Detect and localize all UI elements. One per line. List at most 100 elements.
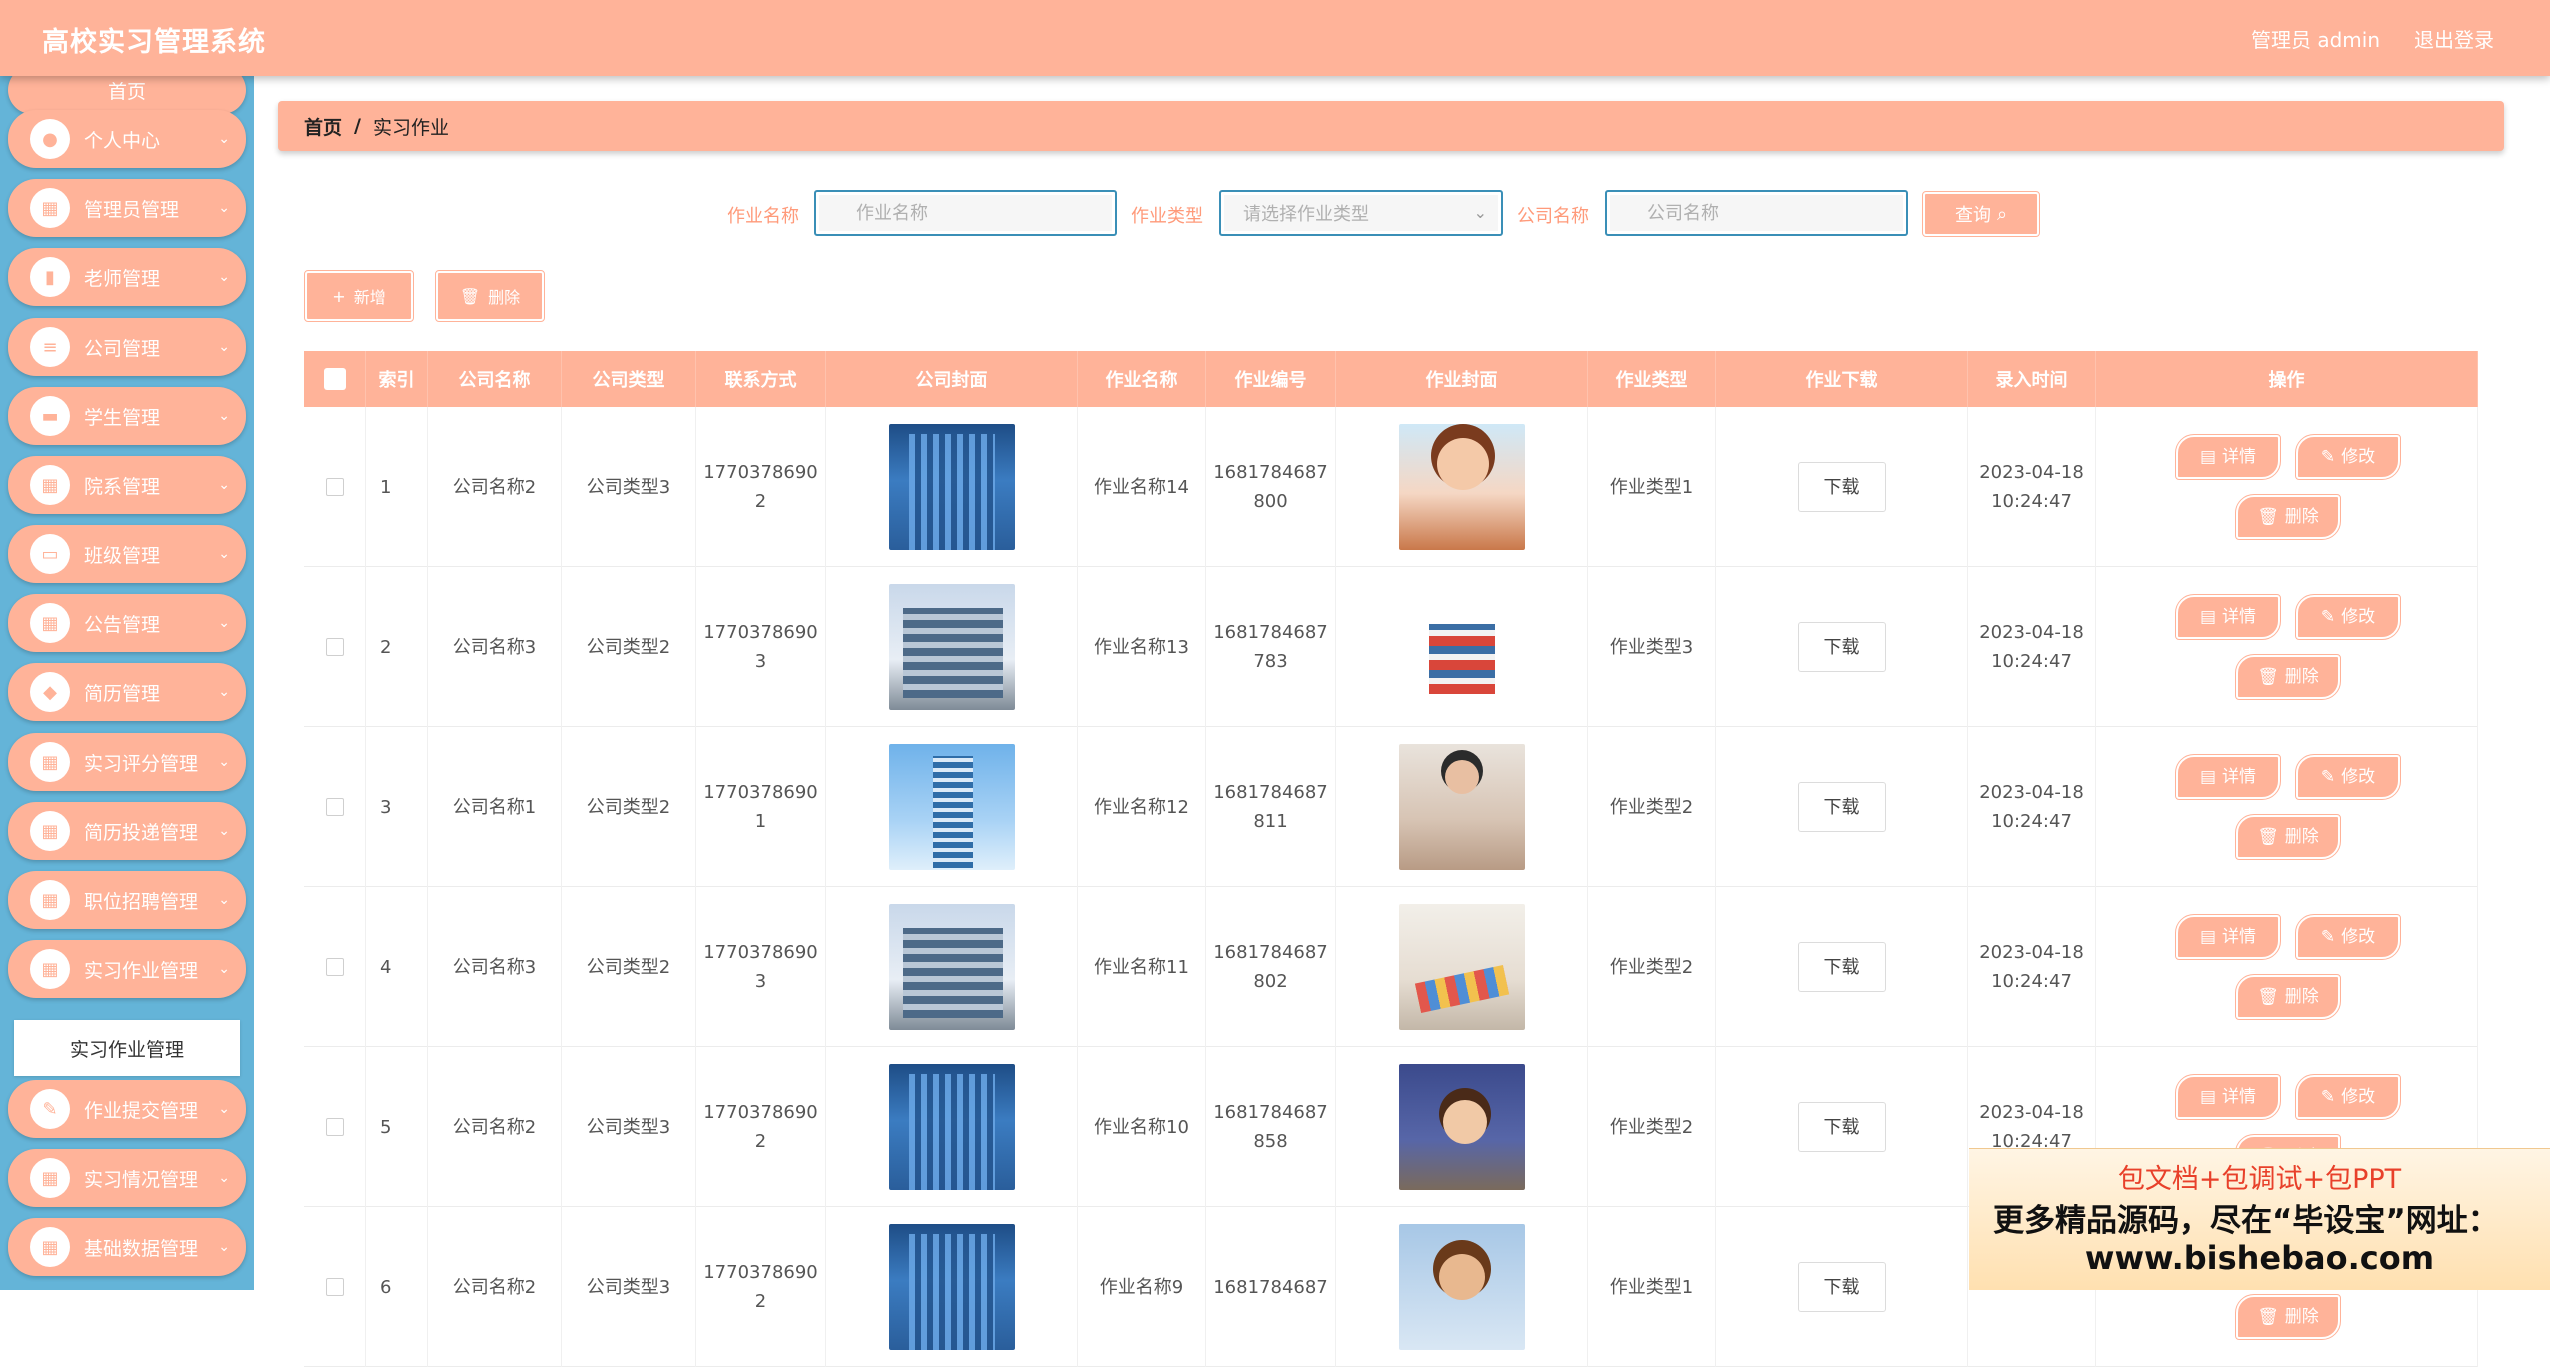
grid-icon: ▦ [30,603,70,643]
chevron-down-icon: ⌄ [218,477,230,493]
homework-cover-image[interactable] [1398,904,1525,1030]
delete-button-label: 删除 [2284,1306,2319,1327]
company-cover-image[interactable] [888,904,1015,1030]
entry-date: 2023-04-18 [1979,462,2084,483]
company-name-input[interactable] [1605,190,1908,236]
homework-cover-image[interactable] [1398,584,1525,710]
homework-type-select[interactable]: 请选择作业类型 ⌄ [1219,190,1503,236]
column-header: 公司名称 [428,351,562,407]
detail-button[interactable]: ▤详情 [2175,434,2281,480]
homework-cover-cell [1336,727,1588,887]
company-cover-image[interactable] [888,744,1015,870]
homework-cover-image[interactable] [1398,744,1525,870]
row-checkbox[interactable] [325,798,344,816]
detail-button[interactable]: ▤详情 [2175,1074,2281,1120]
sidebar-item[interactable]: ▦ 实习评分管理 ⌄ [8,733,246,791]
company-cover-image[interactable] [888,584,1015,710]
delete-button[interactable]: 🗑删除 [2235,654,2341,700]
homework-number: 1681784687 783 [1213,618,1328,676]
delete-button[interactable]: 🗑删除 [2235,814,2341,860]
row-checkbox[interactable] [325,1278,344,1296]
homework-number: 1681784687 800 [1213,458,1328,516]
delete-button-label: 删除 [2284,506,2319,527]
row-checkbox[interactable] [325,478,344,496]
homework-cover-cell [1336,1207,1588,1367]
sidebar-item[interactable]: ✎ 作业提交管理 ⌄ [8,1080,246,1138]
watermark-line1: 包文档+包调试+包PPT [2117,1164,2402,1195]
company-cover-image[interactable] [888,1224,1015,1350]
homework-name-input[interactable] [814,190,1117,236]
company-type: 公司类型3 [586,1276,671,1298]
edit-button[interactable]: ✎修改 [2295,914,2401,960]
phone-cell: 1770378690 2 [696,1207,826,1367]
edit-button[interactable]: ✎修改 [2295,594,2401,640]
row-checkbox[interactable] [325,1118,344,1136]
homework-type: 作业类型2 [1609,1116,1694,1138]
sidebar-item[interactable]: ▦ 实习情况管理 ⌄ [8,1149,246,1207]
logout-link[interactable]: 退出登录 [2414,24,2494,53]
company-cover-image[interactable] [888,424,1015,550]
homework-cover-image[interactable] [1398,1224,1525,1350]
add-button[interactable]: + 新增 [304,270,414,322]
query-button[interactable]: 查询 ⌕ [1922,191,2040,237]
download-button[interactable]: 下载 [1797,1102,1886,1152]
phone-part-2: 3 [754,651,767,672]
homework-number: 1681784687 [1213,1273,1328,1302]
row-checkbox[interactable] [325,958,344,976]
homework-number: 1681784687 811 [1213,778,1328,836]
trash-icon: 🗑 [2257,1306,2279,1327]
edit-button[interactable]: ✎修改 [2295,1074,2401,1120]
sidebar-item[interactable]: ▦ 简历投递管理 ⌄ [8,802,246,860]
row-checkbox[interactable] [325,638,344,656]
sidebar-item[interactable]: ≡ 公司管理 ⌄ [8,318,246,376]
sidebar-item-home[interactable]: 首页 [8,76,246,114]
download-cell: 下载 [1716,1047,1968,1207]
download-button[interactable]: 下载 [1797,782,1886,832]
sidebar-subitem-internship-homework[interactable]: 实习作业管理 [14,1020,240,1076]
homework-number-cell: 1681784687 811 [1206,727,1336,887]
current-user[interactable]: 管理员 admin [2251,24,2380,53]
download-button[interactable]: 下载 [1797,942,1886,992]
homework-number-cell: 1681784687 [1206,1207,1336,1367]
delete-button[interactable]: 🗑删除 [2235,1294,2341,1340]
download-button[interactable]: 下载 [1797,462,1886,512]
sidebar-item[interactable]: ▦ 院系管理 ⌄ [8,456,246,514]
phone-number: 1770378690 3 [703,938,818,996]
sidebar-item[interactable]: ▦ 公告管理 ⌄ [8,594,246,652]
homework-name-cell: 作业名称12 [1078,727,1206,887]
company-type-cell: 公司类型3 [562,407,696,567]
download-button[interactable]: 下载 [1797,1262,1886,1312]
sidebar-item[interactable]: ◆ 简历管理 ⌄ [8,663,246,721]
edit-button[interactable]: ✎修改 [2295,434,2401,480]
company-cover-image[interactable] [888,1064,1015,1190]
entry-time-cell: 2023-04-18 10:24:47 [1968,887,2096,1047]
sidebar-item[interactable]: ▦ 职位招聘管理 ⌄ [8,871,246,929]
phone-number: 1770378690 1 [703,778,818,836]
sidebar-item[interactable]: ▦ 基础数据管理 ⌄ [8,1218,246,1276]
detail-button[interactable]: ▤详情 [2175,754,2281,800]
delete-button[interactable]: 🗑删除 [2235,974,2341,1020]
download-button[interactable]: 下载 [1797,622,1886,672]
detail-button[interactable]: ▤详情 [2175,594,2281,640]
phone-cell: 1770378690 1 [696,727,826,887]
breadcrumb: 首页 / 实习作业 [278,101,2504,151]
chevron-down-icon: ⌄ [218,131,230,147]
sidebar-item[interactable]: ● 个人中心 ⌄ [8,110,246,168]
homework-number-part-2: 783 [1253,651,1288,672]
select-all-checkbox[interactable] [323,368,346,390]
sidebar-item[interactable]: ▭ 班级管理 ⌄ [8,525,246,583]
breadcrumb-home[interactable]: 首页 [304,113,342,140]
column-header: 操作 [2096,351,2478,407]
homework-cover-image[interactable] [1398,1064,1525,1190]
edit-button[interactable]: ✎修改 [2295,754,2401,800]
company-name-cell: 公司名称1 [428,727,562,887]
sidebar-item[interactable]: ▮ 老师管理 ⌄ [8,248,246,306]
homework-cover-image[interactable] [1398,424,1525,550]
batch-delete-button[interactable]: 🗑 删除 [435,270,545,322]
sidebar-item[interactable]: ▬ 学生管理 ⌄ [8,387,246,445]
delete-button[interactable]: 🗑删除 [2235,494,2341,540]
company-name: 公司名称3 [452,956,537,978]
grid-icon: ▦ [30,949,70,989]
detail-button[interactable]: ▤详情 [2175,914,2281,960]
sidebar-item[interactable]: ▦ 实习作业管理 ⌄ [8,940,246,998]
